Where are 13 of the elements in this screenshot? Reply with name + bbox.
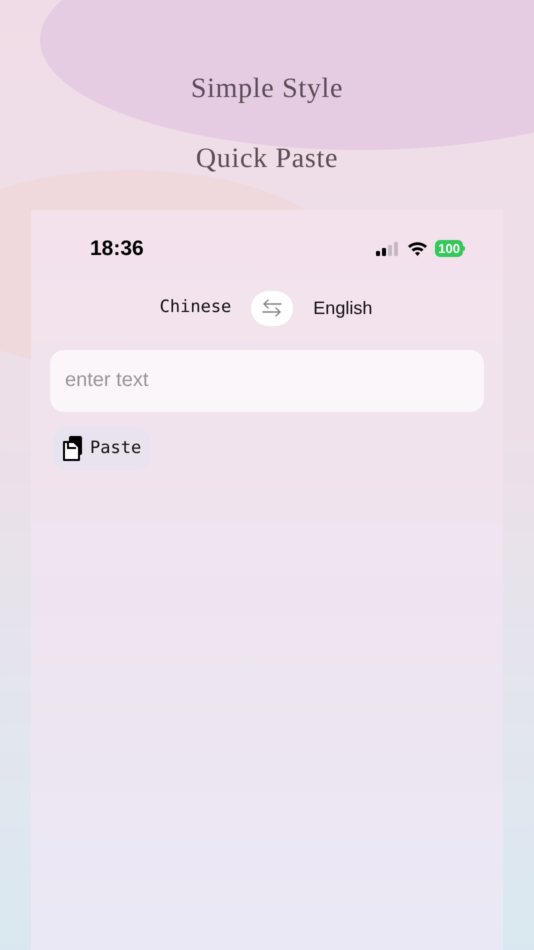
- source-language[interactable]: Chinese: [160, 295, 232, 321]
- wifi-icon: [407, 241, 428, 256]
- swap-button[interactable]: [251, 290, 294, 326]
- swap-icon: [261, 297, 284, 319]
- battery-indicator: 100: [435, 240, 463, 258]
- headline: Quick Paste: [196, 142, 338, 176]
- headline: Simple Style: [190, 72, 344, 106]
- target-language[interactable]: English: [313, 294, 372, 322]
- signal-icon: [376, 242, 400, 256]
- clipboard-icon: [62, 435, 84, 462]
- status-time: 18:36: [90, 236, 144, 262]
- paste-button[interactable]: Paste: [53, 426, 150, 470]
- text-input-field[interactable]: enter text: [50, 350, 484, 412]
